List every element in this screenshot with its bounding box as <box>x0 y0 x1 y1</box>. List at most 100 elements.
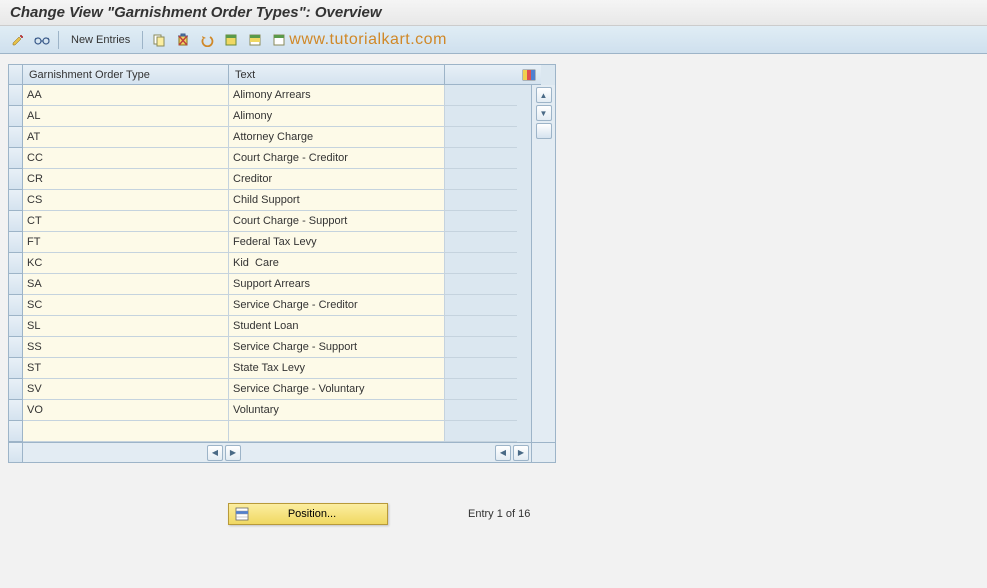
row-selector[interactable] <box>9 190 23 211</box>
deselect-all-button[interactable] <box>269 30 289 50</box>
row-selector[interactable] <box>9 127 23 148</box>
order-type-text-input[interactable] <box>229 127 445 148</box>
order-type-text-input[interactable] <box>229 274 445 295</box>
order-type-code-input[interactable] <box>23 316 229 337</box>
table-row <box>9 148 531 169</box>
order-type-text-input[interactable] <box>229 337 445 358</box>
row-selector[interactable] <box>9 337 23 358</box>
scroll-up-button[interactable]: ▲ <box>536 87 552 103</box>
table-row <box>9 316 531 337</box>
scroll-left-end-button[interactable]: ◀ <box>495 445 511 461</box>
row-spacer <box>445 316 517 337</box>
row-selector[interactable] <box>9 379 23 400</box>
delete-button[interactable] <box>173 30 193 50</box>
order-type-code-input[interactable] <box>23 169 229 190</box>
scroll-thumb[interactable] <box>536 123 552 139</box>
order-type-text-input[interactable] <box>229 106 445 127</box>
row-selector[interactable] <box>9 358 23 379</box>
table-config-button[interactable] <box>517 65 541 85</box>
row-spacer <box>445 421 517 442</box>
scroll-right-end-button[interactable]: ▶ <box>513 445 529 461</box>
row-selector[interactable] <box>9 421 23 442</box>
table-row <box>9 211 531 232</box>
table-row <box>9 169 531 190</box>
order-type-text-input[interactable] <box>229 400 445 421</box>
scroll-right-button[interactable]: ▶ <box>225 445 241 461</box>
new-entries-button[interactable]: New Entries <box>65 30 136 50</box>
table-row <box>9 274 531 295</box>
order-type-text-input[interactable] <box>229 316 445 337</box>
order-type-text-input[interactable] <box>229 190 445 211</box>
row-selector[interactable] <box>9 85 23 106</box>
row-selector[interactable] <box>9 316 23 337</box>
order-type-code-input[interactable] <box>23 253 229 274</box>
table-row <box>9 400 531 421</box>
select-block-button[interactable] <box>245 30 265 50</box>
order-type-text-input[interactable] <box>229 232 445 253</box>
toolbar-separator <box>58 31 59 49</box>
table-row <box>9 295 531 316</box>
scroll-down-button[interactable]: ▼ <box>536 105 552 121</box>
other-view-button[interactable] <box>8 30 28 50</box>
row-spacer <box>445 127 517 148</box>
select-all-button[interactable] <box>221 30 241 50</box>
order-type-code-input[interactable] <box>23 211 229 232</box>
order-type-text-input[interactable] <box>229 211 445 232</box>
toolbar: New Entries <box>0 26 987 54</box>
row-spacer <box>445 379 517 400</box>
scroll-left-button[interactable]: ◀ <box>207 445 223 461</box>
position-button[interactable]: Position... <box>228 503 388 525</box>
order-type-code-input[interactable] <box>23 106 229 127</box>
order-type-text-input[interactable] <box>229 169 445 190</box>
data-table: Garnishment Order Type Text ▲ ▼ <box>8 64 556 463</box>
change-button[interactable] <box>32 30 52 50</box>
vertical-scrollbar: ▲ ▼ <box>531 85 555 442</box>
order-type-code-input[interactable] <box>23 190 229 211</box>
row-spacer <box>445 106 517 127</box>
order-type-code-input[interactable] <box>23 337 229 358</box>
order-type-text-input[interactable] <box>229 148 445 169</box>
row-selector[interactable] <box>9 148 23 169</box>
watermark-text: www.tutorialkart.com <box>289 31 447 49</box>
order-type-code-input[interactable] <box>23 358 229 379</box>
row-selector[interactable] <box>9 211 23 232</box>
order-type-code-input[interactable] <box>23 295 229 316</box>
row-selector[interactable] <box>9 169 23 190</box>
order-type-text-input[interactable] <box>229 295 445 316</box>
row-selector[interactable] <box>9 274 23 295</box>
deselect-icon <box>272 33 286 47</box>
order-type-code-input[interactable] <box>23 421 229 442</box>
table-row <box>9 421 531 442</box>
column-header-code[interactable]: Garnishment Order Type <box>23 65 229 85</box>
row-selector[interactable] <box>9 295 23 316</box>
row-spacer <box>445 85 517 106</box>
display-change-icon <box>11 33 25 47</box>
copy-as-button[interactable] <box>149 30 169 50</box>
row-spacer <box>445 232 517 253</box>
toolbar-separator <box>142 31 143 49</box>
order-type-text-input[interactable] <box>229 253 445 274</box>
row-selector[interactable] <box>9 232 23 253</box>
row-selector[interactable] <box>9 253 23 274</box>
order-type-text-input[interactable] <box>229 379 445 400</box>
undo-button[interactable] <box>197 30 217 50</box>
order-type-code-input[interactable] <box>23 274 229 295</box>
row-selector[interactable] <box>9 106 23 127</box>
order-type-text-input[interactable] <box>229 358 445 379</box>
select-all-column[interactable] <box>9 65 23 85</box>
row-spacer <box>445 148 517 169</box>
order-type-code-input[interactable] <box>23 379 229 400</box>
copy-icon <box>152 33 166 47</box>
order-type-code-input[interactable] <box>23 148 229 169</box>
order-type-code-input[interactable] <box>23 85 229 106</box>
order-type-code-input[interactable] <box>23 127 229 148</box>
table-settings-icon <box>522 69 536 81</box>
column-header-text[interactable]: Text <box>229 65 445 85</box>
order-type-code-input[interactable] <box>23 400 229 421</box>
order-type-text-input[interactable] <box>229 85 445 106</box>
row-selector[interactable] <box>9 400 23 421</box>
row-spacer <box>445 253 517 274</box>
order-type-code-input[interactable] <box>23 232 229 253</box>
order-type-text-input[interactable] <box>229 421 445 442</box>
table-row <box>9 190 531 211</box>
